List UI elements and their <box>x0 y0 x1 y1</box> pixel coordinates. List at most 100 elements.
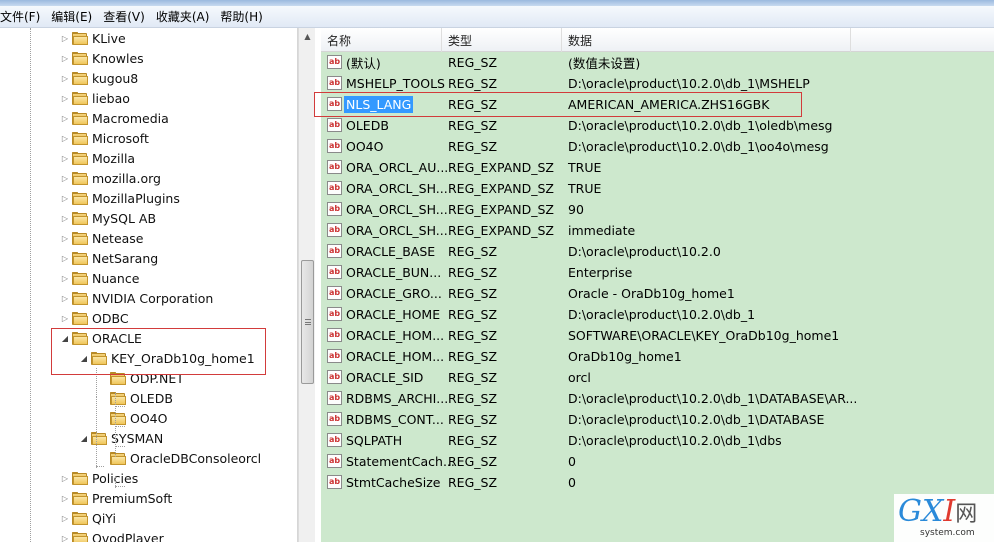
registry-value-row[interactable]: ab ORACLE_HOME REG_SZ D:\oracle\product\10.… <box>321 304 994 325</box>
tree-item[interactable]: ▷ kugou8 <box>60 68 138 88</box>
expand-arrow-icon[interactable]: ▷ <box>60 248 70 268</box>
value-data: 0 <box>568 454 576 469</box>
registry-value-row[interactable]: ab ORACLE_BASE REG_SZ D:\oracle\product\10.… <box>321 241 994 262</box>
tree-item[interactable]: ▷ NVIDIA Corporation <box>60 288 213 308</box>
tree-guide-line <box>115 406 125 407</box>
tree-item-label: Microsoft <box>92 130 149 146</box>
registry-value-row[interactable]: ab OLEDB REG_SZ D:\oracle\product\10.2.0\db… <box>321 115 994 136</box>
tree-item[interactable]: ▷ KLive <box>60 28 126 48</box>
expand-arrow-icon[interactable]: ▷ <box>60 268 70 288</box>
value-type: REG_SZ <box>448 433 498 448</box>
expand-arrow-icon[interactable]: ▷ <box>60 308 70 328</box>
registry-value-row[interactable]: ab ORA_ORCL_AU... REG_EXPAND_SZ TRUE <box>321 157 994 178</box>
registry-value-row[interactable]: ab ORACLE_HOM... REG_SZ OraDb10g_home1 <box>321 346 994 367</box>
expand-arrow-icon[interactable] <box>98 388 108 408</box>
tree-item[interactable]: ▷ ODBC <box>60 308 129 328</box>
expand-arrow-icon[interactable]: ▷ <box>60 208 70 228</box>
value-data: Enterprise <box>568 265 633 280</box>
value-data: D:\oracle\product\10.2.0\db_1\MSHELP <box>568 76 810 91</box>
registry-value-row[interactable]: ab ORACLE_GRO... REG_SZ Oracle - OraDb10g_h… <box>321 283 994 304</box>
expand-arrow-icon[interactable] <box>98 408 108 428</box>
column-header-type[interactable]: 类型 <box>442 28 562 52</box>
tree-item[interactable]: OO4O <box>98 408 167 428</box>
expand-arrow-icon[interactable]: ▷ <box>60 68 70 88</box>
value-type: REG_SZ <box>448 475 498 490</box>
tree-item-label: Nuance <box>92 270 140 286</box>
tree-item[interactable]: OracleDBConsoleorcl <box>98 448 261 468</box>
tree-item[interactable]: ▷ QvodPlayer <box>60 528 164 542</box>
expand-arrow-icon[interactable]: ▷ <box>60 148 70 168</box>
menu-file[interactable]: 文件(F) <box>0 8 47 25</box>
column-header-name[interactable]: 名称 <box>321 28 442 52</box>
registry-value-row[interactable]: ab MSHELP_TOOLS REG_SZ D:\oracle\product\10… <box>321 73 994 94</box>
registry-value-row[interactable]: ab (默认) REG_SZ (数值未设置) <box>321 52 994 73</box>
expand-arrow-icon[interactable]: ▷ <box>60 508 70 528</box>
column-header-data[interactable]: 数据 <box>562 28 851 52</box>
tree-item[interactable]: ▷ Netease <box>60 228 144 248</box>
menu-view[interactable]: 查看(V) <box>103 8 152 25</box>
string-value-icon: ab <box>327 349 342 363</box>
registry-value-row[interactable]: ab ORA_ORCL_SH... REG_EXPAND_SZ TRUE <box>321 178 994 199</box>
tree-item[interactable]: ▷ PremiumSoft <box>60 488 172 508</box>
value-name: ORA_ORCL_SH... <box>346 202 448 217</box>
value-name: ORACLE_BUN... <box>346 265 442 280</box>
folder-icon <box>72 231 88 245</box>
expand-arrow-icon[interactable]: ▷ <box>60 528 70 542</box>
tree-item[interactable]: ▷ mozilla.org <box>60 168 161 188</box>
tree-item[interactable]: ▷ Policies <box>60 468 138 488</box>
registry-value-row[interactable]: ab RDBMS_ARCHI... REG_SZ D:\oracle\product\… <box>321 388 994 409</box>
value-name: OO4O <box>346 139 384 154</box>
expand-arrow-icon[interactable]: ▷ <box>60 108 70 128</box>
scroll-up-arrow-icon[interactable]: ▲ <box>299 28 316 45</box>
registry-value-row[interactable]: ab SQLPATH REG_SZ D:\oracle\product\10.2.0\… <box>321 430 994 451</box>
menu-help[interactable]: 帮助(H) <box>220 8 269 25</box>
registry-value-row[interactable]: ab OO4O REG_SZ D:\oracle\product\10.2.0\db_… <box>321 136 994 157</box>
folder-icon <box>110 391 126 405</box>
tree-item[interactable]: ▷ Nuance <box>60 268 140 288</box>
tree-item[interactable]: ▷ liebao <box>60 88 130 108</box>
tree-scrollbar[interactable]: ▲ <box>298 28 315 542</box>
value-name: RDBMS_CONT... <box>346 412 444 427</box>
tree-item[interactable]: OLEDB <box>98 388 173 408</box>
registry-value-row[interactable]: ab ORA_ORCL_SH... REG_EXPAND_SZ immediate <box>321 220 994 241</box>
value-data: SOFTWARE\ORACLE\KEY_OraDb10g_home1 <box>568 328 840 343</box>
expand-arrow-icon[interactable]: ▷ <box>60 48 70 68</box>
expand-arrow-icon[interactable]: ▷ <box>60 288 70 308</box>
scroll-thumb[interactable] <box>301 260 314 384</box>
menu-bar: 文件(F) 编辑(E) 查看(V) 收藏夹(A) 帮助(H) <box>0 6 994 28</box>
tree-item[interactable]: ▷ Knowles <box>60 48 144 68</box>
registry-value-row[interactable]: ab StatementCach... REG_SZ 0 <box>321 451 994 472</box>
tree-item[interactable]: ▷ NetSarang <box>60 248 158 268</box>
expand-arrow-icon[interactable]: ▷ <box>60 88 70 108</box>
expand-arrow-icon[interactable]: ▷ <box>60 28 70 48</box>
registry-value-row[interactable]: ab RDBMS_CONT... REG_SZ D:\oracle\product\1… <box>321 409 994 430</box>
tree-item[interactable]: ▷ MySQL AB <box>60 208 156 228</box>
expand-arrow-icon[interactable]: ▷ <box>60 188 70 208</box>
collapse-arrow-icon[interactable]: ◢ <box>79 428 89 448</box>
grip-icon <box>304 319 311 325</box>
registry-value-row[interactable]: ab StmtCacheSize REG_SZ 0 <box>321 472 994 493</box>
registry-value-row[interactable]: ab ORA_ORCL_SH... REG_EXPAND_SZ 90 <box>321 199 994 220</box>
tree-item[interactable]: ▷ Mozilla <box>60 148 135 168</box>
tree-item[interactable]: ◢ SYSMAN <box>79 428 163 448</box>
expand-arrow-icon[interactable]: ▷ <box>60 228 70 248</box>
registry-key-tree[interactable]: ▷ KLive ▷ Knowles ▷ kugou8 ▷ liebao ▷ Macromedia ▷… <box>0 28 298 542</box>
expand-arrow-icon[interactable]: ▷ <box>60 488 70 508</box>
tree-item[interactable]: ▷ Macromedia <box>60 108 169 128</box>
value-type: REG_SZ <box>448 391 498 406</box>
expand-arrow-icon[interactable]: ▷ <box>60 168 70 188</box>
registry-value-row[interactable]: ab ORACLE_HOM... REG_SZ SOFTWARE\ORACLE\KEY… <box>321 325 994 346</box>
tree-item[interactable]: ▷ MozillaPlugins <box>60 188 180 208</box>
string-value-icon: ab <box>327 328 342 342</box>
expand-arrow-icon[interactable]: ▷ <box>60 128 70 148</box>
expand-arrow-icon[interactable]: ▷ <box>60 468 70 488</box>
folder-icon <box>72 31 88 45</box>
menu-favorites[interactable]: 收藏夹(A) <box>156 8 217 25</box>
tree-item[interactable]: ▷ QiYi <box>60 508 116 528</box>
folder-icon <box>72 251 88 265</box>
registry-value-row[interactable]: ab ORACLE_SID REG_SZ orcl <box>321 367 994 388</box>
expand-arrow-icon[interactable] <box>98 448 108 468</box>
registry-value-row[interactable]: ab ORACLE_BUN... REG_SZ Enterprise <box>321 262 994 283</box>
menu-edit[interactable]: 编辑(E) <box>51 8 99 25</box>
tree-item[interactable]: ▷ Microsoft <box>60 128 149 148</box>
